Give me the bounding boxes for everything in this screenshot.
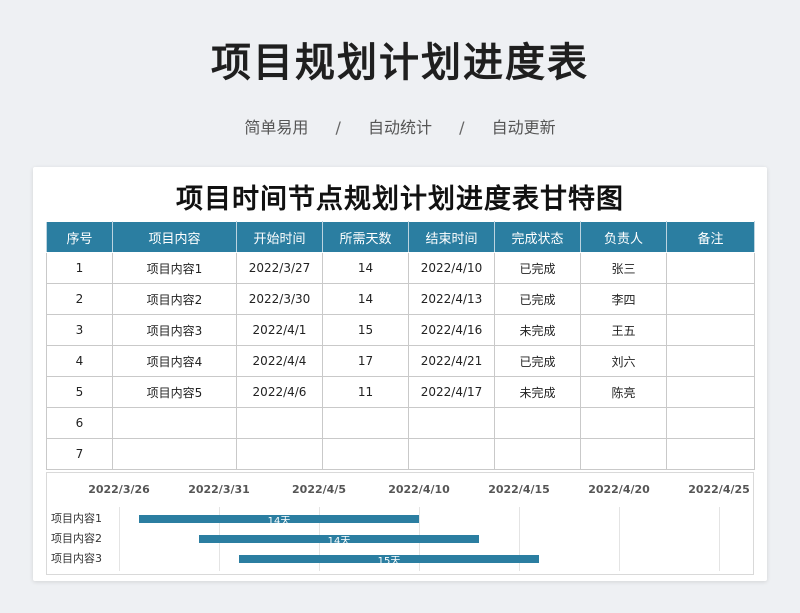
cell-index[interactable]: 4: [46, 345, 113, 377]
cell-owner[interactable]: 张三: [580, 252, 667, 284]
page-title: 项目规划计划进度表: [211, 40, 589, 86]
cell-end[interactable]: 2022/4/13: [408, 283, 495, 315]
cell-content[interactable]: [112, 407, 237, 439]
table-row: 4 项目内容4 2022/4/4 17 2022/4/21 已完成 刘六: [46, 345, 755, 377]
cell-content[interactable]: 项目内容5: [112, 376, 237, 408]
gantt-task-label: 项目内容1: [51, 512, 102, 525]
cell-status[interactable]: 未完成: [494, 376, 581, 408]
col-header-start: 开始时间: [236, 221, 323, 253]
cell-end[interactable]: 2022/4/10: [408, 252, 495, 284]
gantt-bar-label: 14天: [267, 516, 291, 527]
gantt-gridline: [619, 507, 620, 571]
cell-content[interactable]: 项目内容3: [112, 314, 237, 346]
gantt-date-label: 2022/4/15: [488, 483, 550, 496]
cell-status[interactable]: 已完成: [494, 345, 581, 377]
gantt-task-label: 项目内容3: [51, 552, 102, 565]
cell-owner[interactable]: [580, 407, 667, 439]
gantt-date-label: 2022/4/20: [588, 483, 650, 496]
cell-content[interactable]: 项目内容2: [112, 283, 237, 315]
subtitle-item-3: 自动更新: [491, 118, 556, 137]
cell-notes[interactable]: [666, 438, 755, 470]
gantt-date-label: 2022/4/25: [688, 483, 750, 496]
gantt-bar-label: 15天: [377, 556, 401, 567]
table-header-row: 序号 项目内容 开始时间 所需天数 结束时间 完成状态 负责人 备注: [46, 221, 755, 253]
cell-start[interactable]: 2022/4/1: [236, 314, 323, 346]
col-header-index: 序号: [46, 221, 113, 253]
cell-notes[interactable]: [666, 345, 755, 377]
gantt-gridline: [119, 507, 120, 571]
gantt-date-label: 2022/4/5: [292, 483, 346, 496]
col-header-content: 项目内容: [112, 221, 237, 253]
gantt-date-label: 2022/3/26: [88, 483, 150, 496]
gantt-bar-label: 14天: [327, 536, 351, 547]
table-row: 2 项目内容2 2022/3/30 14 2022/4/13 已完成 李四: [46, 283, 755, 315]
gantt-date-label: 2022/3/31: [188, 483, 250, 496]
cell-end[interactable]: 2022/4/17: [408, 376, 495, 408]
gantt-chart: 2022/3/26 2022/3/31 2022/4/5 2022/4/10 2022/…: [46, 472, 754, 575]
gantt-date-label: 2022/4/10: [388, 483, 450, 496]
cell-owner[interactable]: 李四: [580, 283, 667, 315]
cell-notes[interactable]: [666, 283, 755, 315]
cell-days[interactable]: 11: [322, 376, 409, 408]
cell-index[interactable]: 2: [46, 283, 113, 315]
schedule-table: 序号 项目内容 开始时间 所需天数 结束时间 完成状态 负责人 备注 1 项目内…: [46, 221, 755, 470]
cell-days[interactable]: 17: [322, 345, 409, 377]
cell-days[interactable]: 14: [322, 252, 409, 284]
cell-content[interactable]: [112, 438, 237, 470]
cell-end[interactable]: 2022/4/16: [408, 314, 495, 346]
cell-status[interactable]: [494, 438, 581, 470]
col-header-end: 结束时间: [408, 221, 495, 253]
table-row: 7: [46, 438, 755, 470]
cell-days[interactable]: [322, 438, 409, 470]
cell-end[interactable]: [408, 438, 495, 470]
cell-index[interactable]: 5: [46, 376, 113, 408]
col-header-status: 完成状态: [494, 221, 581, 253]
subtitle-item-1: 简单易用: [244, 118, 309, 137]
cell-owner[interactable]: 刘六: [580, 345, 667, 377]
subtitle-separator: /: [459, 118, 465, 137]
cell-content[interactable]: 项目内容1: [112, 252, 237, 284]
cell-start[interactable]: 2022/4/6: [236, 376, 323, 408]
table-row: 1 项目内容1 2022/3/27 14 2022/4/10 已完成 张三: [46, 252, 755, 284]
cell-index[interactable]: 1: [46, 252, 113, 284]
gantt-gridline: [719, 507, 720, 571]
cell-end[interactable]: 2022/4/21: [408, 345, 495, 377]
table-row: 3 项目内容3 2022/4/1 15 2022/4/16 未完成 王五: [46, 314, 755, 346]
cell-owner[interactable]: [580, 438, 667, 470]
col-header-notes: 备注: [666, 221, 755, 253]
cell-end[interactable]: [408, 407, 495, 439]
cell-notes[interactable]: [666, 252, 755, 284]
cell-start[interactable]: [236, 438, 323, 470]
subtitle-item-2: 自动统计: [367, 118, 432, 137]
cell-status[interactable]: 已完成: [494, 283, 581, 315]
cell-start[interactable]: [236, 407, 323, 439]
subtitle: 简单易用 / 自动统计 / 自动更新: [0, 114, 800, 138]
gantt-task-label: 项目内容2: [51, 532, 102, 545]
cell-status[interactable]: 未完成: [494, 314, 581, 346]
cell-notes[interactable]: [666, 376, 755, 408]
subtitle-separator: /: [335, 118, 341, 137]
cell-owner[interactable]: 陈亮: [580, 376, 667, 408]
cell-days[interactable]: 14: [322, 283, 409, 315]
cell-status[interactable]: [494, 407, 581, 439]
col-header-days: 所需天数: [322, 221, 409, 253]
cell-start[interactable]: 2022/4/4: [236, 345, 323, 377]
cell-content[interactable]: 项目内容4: [112, 345, 237, 377]
cell-index[interactable]: 7: [46, 438, 113, 470]
cell-notes[interactable]: [666, 314, 755, 346]
cell-index[interactable]: 3: [46, 314, 113, 346]
cell-index[interactable]: 6: [46, 407, 113, 439]
cell-status[interactable]: 已完成: [494, 252, 581, 284]
cell-start[interactable]: 2022/3/30: [236, 283, 323, 315]
cell-start[interactable]: 2022/3/27: [236, 252, 323, 284]
cell-days[interactable]: [322, 407, 409, 439]
cell-notes[interactable]: [666, 407, 755, 439]
schedule-card: 项目时间节点规划计划进度表甘特图 序号 项目内容 开始时间 所需天数 结束时间 …: [33, 167, 767, 581]
card-title: 项目时间节点规划计划进度表甘特图: [176, 184, 624, 215]
table-row: 5 项目内容5 2022/4/6 11 2022/4/17 未完成 陈亮: [46, 376, 755, 408]
table-row: 6: [46, 407, 755, 439]
cell-days[interactable]: 15: [322, 314, 409, 346]
cell-owner[interactable]: 王五: [580, 314, 667, 346]
col-header-owner: 负责人: [580, 221, 667, 253]
